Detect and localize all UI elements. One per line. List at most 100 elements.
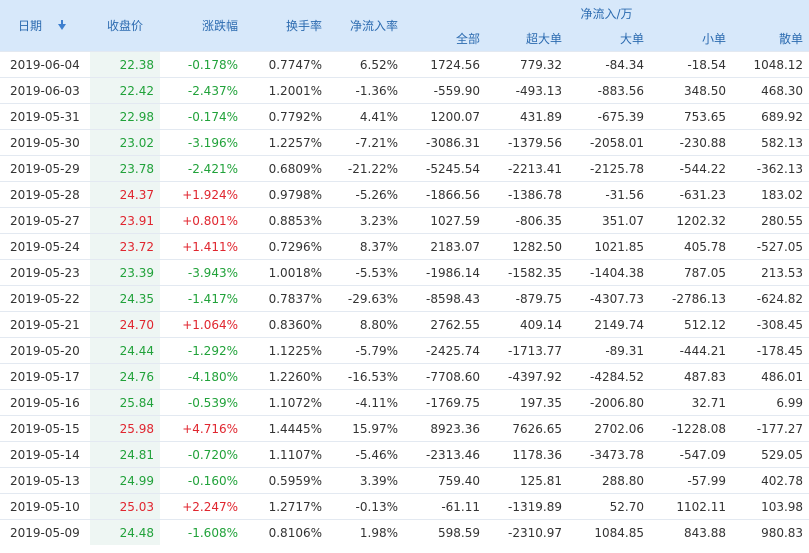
- cell-date: 2019-05-14: [0, 441, 90, 468]
- cell-small: -18.54: [650, 51, 732, 78]
- cell-change: -1.417%: [160, 285, 244, 312]
- cell-all: -559.90: [404, 77, 486, 104]
- cell-date: 2019-06-03: [0, 77, 90, 104]
- cell-retail: 468.30: [732, 77, 809, 104]
- cell-net-rate: -16.53%: [328, 363, 404, 390]
- table-body: 2019-06-04 22.38 -0.178% 0.7747% 6.52% 1724.5…: [0, 51, 809, 545]
- cell-turnover: 0.8106%: [244, 519, 328, 545]
- cell-large: 52.70: [568, 493, 650, 520]
- cell-small: 1202.32: [650, 207, 732, 234]
- cell-change: -0.720%: [160, 441, 244, 468]
- cell-retail: 980.83: [732, 519, 809, 545]
- col-header-all[interactable]: 全部: [404, 26, 486, 52]
- cell-small: -2786.13: [650, 285, 732, 312]
- cell-large: -883.56: [568, 77, 650, 104]
- cell-all: -5245.54: [404, 155, 486, 182]
- cell-turnover: 0.7792%: [244, 103, 328, 130]
- cell-net-rate: -5.53%: [328, 259, 404, 286]
- cell-super-large: 125.81: [486, 467, 568, 494]
- table-row: 2019-05-30 23.02 -3.196% 1.2257% -7.21% -3086…: [0, 129, 809, 156]
- cell-turnover: 1.4445%: [244, 415, 328, 442]
- cell-small: 512.12: [650, 311, 732, 338]
- col-header-turnover[interactable]: 换手率: [244, 0, 328, 52]
- cell-close: 24.44: [90, 337, 160, 364]
- col-header-date-label: 日期: [18, 19, 43, 33]
- cell-turnover: 0.7837%: [244, 285, 328, 312]
- cell-close: 25.98: [90, 415, 160, 442]
- table-row: 2019-05-23 23.39 -3.943% 1.0018% -5.53% -1986…: [0, 259, 809, 286]
- cell-all: -1986.14: [404, 259, 486, 286]
- cell-large: 2149.74: [568, 311, 650, 338]
- cell-date: 2019-05-28: [0, 181, 90, 208]
- col-header-close[interactable]: 收盘价: [90, 0, 160, 52]
- cell-all: 1200.07: [404, 103, 486, 130]
- col-group-net-inflow: 净流入/万: [404, 0, 809, 26]
- cell-turnover: 0.7747%: [244, 51, 328, 78]
- cell-net-rate: -5.26%: [328, 181, 404, 208]
- cell-change: -3.943%: [160, 259, 244, 286]
- col-header-large[interactable]: 大单: [568, 26, 650, 52]
- cell-super-large: -1319.89: [486, 493, 568, 520]
- col-header-date[interactable]: 日期: [0, 0, 90, 52]
- cell-all: 2183.07: [404, 233, 486, 260]
- cell-large: -4284.52: [568, 363, 650, 390]
- cell-close: 24.70: [90, 311, 160, 338]
- cell-turnover: 0.8360%: [244, 311, 328, 338]
- cell-all: 2762.55: [404, 311, 486, 338]
- cell-super-large: 409.14: [486, 311, 568, 338]
- col-header-net-rate[interactable]: 净流入率: [328, 0, 404, 52]
- cell-all: -8598.43: [404, 285, 486, 312]
- cell-retail: 213.53: [732, 259, 809, 286]
- cell-turnover: 0.7296%: [244, 233, 328, 260]
- cell-change: -4.180%: [160, 363, 244, 390]
- col-header-change[interactable]: 涨跌幅: [160, 0, 244, 52]
- cell-super-large: -4397.92: [486, 363, 568, 390]
- cell-retail: -527.05: [732, 233, 809, 260]
- cell-close: 23.39: [90, 259, 160, 286]
- cell-net-rate: -5.79%: [328, 337, 404, 364]
- cell-date: 2019-05-27: [0, 207, 90, 234]
- table-row: 2019-05-31 22.98 -0.174% 0.7792% 4.41% 1200.0…: [0, 103, 809, 130]
- col-header-small[interactable]: 小单: [650, 26, 732, 52]
- cell-date: 2019-05-17: [0, 363, 90, 390]
- cell-date: 2019-05-16: [0, 389, 90, 416]
- sort-down-arrow-icon[interactable]: [58, 19, 67, 30]
- cell-small: 405.78: [650, 233, 732, 260]
- cell-date: 2019-05-22: [0, 285, 90, 312]
- cell-all: -2425.74: [404, 337, 486, 364]
- cell-date: 2019-05-09: [0, 519, 90, 545]
- cell-small: -1228.08: [650, 415, 732, 442]
- col-header-super-large[interactable]: 超大单: [486, 26, 568, 52]
- cell-net-rate: 6.52%: [328, 51, 404, 78]
- cell-change: -2.421%: [160, 155, 244, 182]
- cell-all: 598.59: [404, 519, 486, 545]
- cell-change: +1.411%: [160, 233, 244, 260]
- cell-net-rate: 15.97%: [328, 415, 404, 442]
- cell-net-rate: -1.36%: [328, 77, 404, 104]
- table-row: 2019-06-03 22.42 -2.437% 1.2001% -1.36% -559.…: [0, 77, 809, 104]
- cell-large: -31.56: [568, 181, 650, 208]
- cell-net-rate: -0.13%: [328, 493, 404, 520]
- cell-close: 25.84: [90, 389, 160, 416]
- cell-change: +0.801%: [160, 207, 244, 234]
- cell-small: -57.99: [650, 467, 732, 494]
- col-header-retail[interactable]: 散单: [732, 26, 809, 52]
- cell-retail: 689.92: [732, 103, 809, 130]
- cell-small: -547.09: [650, 441, 732, 468]
- cell-super-large: 1282.50: [486, 233, 568, 260]
- cell-close: 22.38: [90, 51, 160, 78]
- table-row: 2019-05-17 24.76 -4.180% 1.2260% -16.53% -770…: [0, 363, 809, 390]
- cell-retail: 280.55: [732, 207, 809, 234]
- cell-net-rate: -4.11%: [328, 389, 404, 416]
- cell-close: 23.78: [90, 155, 160, 182]
- cell-close: 24.99: [90, 467, 160, 494]
- cell-all: -61.11: [404, 493, 486, 520]
- cell-super-large: -1386.78: [486, 181, 568, 208]
- cell-date: 2019-05-15: [0, 415, 90, 442]
- cell-date: 2019-05-31: [0, 103, 90, 130]
- cell-turnover: 0.5959%: [244, 467, 328, 494]
- cell-large: -84.34: [568, 51, 650, 78]
- cell-small: -230.88: [650, 129, 732, 156]
- cell-close: 22.98: [90, 103, 160, 130]
- cell-super-large: -2310.97: [486, 519, 568, 545]
